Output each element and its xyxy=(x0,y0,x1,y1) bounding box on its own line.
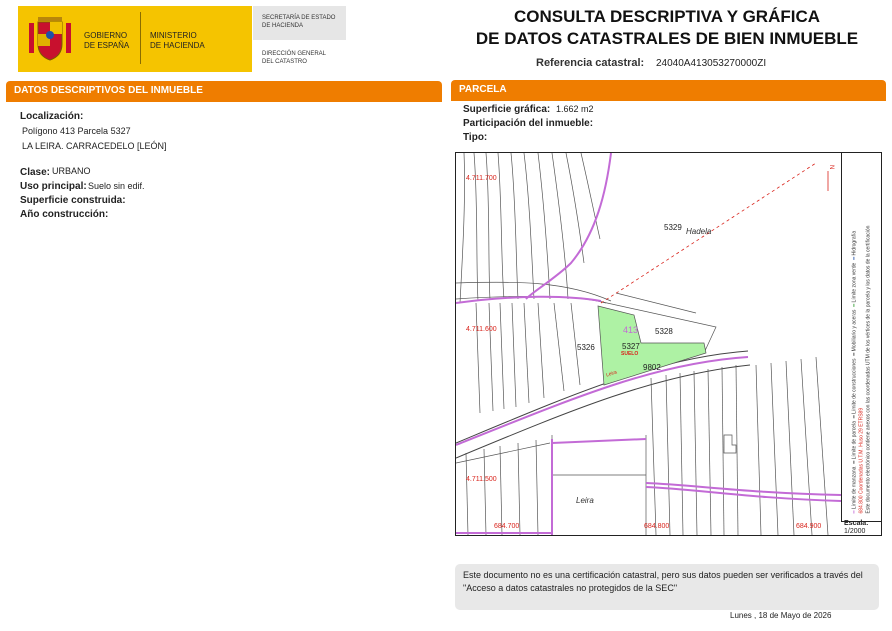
x-coord-label: 684.700 xyxy=(494,523,520,530)
document-date: Lunes , 18 de Mayo de 2026 xyxy=(730,611,832,620)
polygon-label: 413 xyxy=(623,325,639,335)
logo-divider xyxy=(140,12,141,64)
ref-label: Referencia catastral: xyxy=(536,57,645,69)
section-header-datos: DATOS DESCRIPTIVOS DEL INMUEBLE xyxy=(6,81,442,101)
scale-label: Escala: xyxy=(844,520,869,527)
x-coord-label: 684.900 xyxy=(796,523,822,530)
section-title-datos: DATOS DESCRIPTIVOS DEL INMUEBLE xyxy=(14,85,203,96)
coat-of-arms-icon xyxy=(29,17,71,61)
scale-value: 1/2000 xyxy=(844,528,866,535)
clase-value: URBANO xyxy=(52,166,91,176)
participacion-label: Participación del inmueble: xyxy=(463,118,594,129)
superficie-construida-label: Superficie construida: xyxy=(20,195,126,206)
north-arrow-icon: N xyxy=(827,165,834,191)
tipo-label: Tipo: xyxy=(463,132,488,143)
map-legend: ━ Límite de manzana ━ Límite de parcela … xyxy=(851,225,872,514)
superficie-grafica-value: 1.662 m2 xyxy=(556,104,594,114)
legend-item: Límite de manzana xyxy=(851,466,858,510)
legend-item: Límite zona verde xyxy=(851,262,858,303)
y-coord-label: 4.711.500 xyxy=(466,476,497,483)
localizacion-line2: LA LEIRA. CARRACEDELO [LEÓN] xyxy=(22,141,167,151)
y-coord-label: 4.711.600 xyxy=(466,326,497,333)
legend-item: Hidrografía xyxy=(851,230,858,256)
localizacion-label: Localización: xyxy=(20,111,84,122)
clase-label: Clase: xyxy=(20,167,51,178)
localizacion-line1: Polígono 413 Parcela 5327 xyxy=(22,126,131,136)
section-header-parcela: PARCELA xyxy=(451,80,886,100)
coord-note: 684.800 Coordenadas U.T.M. Huso 29 ETRS8… xyxy=(858,407,865,514)
suelo-label: SUELO xyxy=(621,351,639,357)
secretaria-text: SECRETARÍA DE ESTADO DE HACIENDA xyxy=(262,15,336,29)
cadastral-map: N 4.711.700 4.711.600 4.711.500 684.700 … xyxy=(455,152,882,536)
parcel-label: 9802 xyxy=(643,363,661,372)
ministerio-text: MINISTERIO DE HACIENDA xyxy=(150,31,205,50)
uso-label: Uso principal: xyxy=(20,181,87,192)
parcel-label-selected: 5327 xyxy=(622,342,640,351)
verification-note: Este documento no es una certificación c… xyxy=(455,564,879,610)
ref-value: 24040A413053270000ZI xyxy=(656,58,767,69)
parcel-label: 5326 xyxy=(577,343,595,352)
parcel-label: 5329 xyxy=(664,223,682,232)
anio-construccion-label: Año construcción: xyxy=(20,209,109,220)
direccion-text: DIRECCIÓN GENERAL DEL CATASTRO xyxy=(262,51,327,65)
place-label: Hadela xyxy=(686,227,712,236)
gobierno-text: GOBIERNO DE ESPAÑA xyxy=(84,31,130,50)
legend-item: Mobiliario y aceras xyxy=(851,309,858,352)
parcel-label: 5328 xyxy=(655,327,673,336)
page-title: CONSULTA DESCRIPTIVA Y GRÁFICA DE DATOS … xyxy=(475,7,859,48)
svg-text:N: N xyxy=(828,165,834,169)
y-coord-label: 4.711.700 xyxy=(466,175,497,182)
section-underline xyxy=(6,100,442,102)
legend-item: Límite de construcciones xyxy=(851,358,858,414)
section-title-parcela: PARCELA xyxy=(459,84,507,95)
uso-value: Suelo sin edif. xyxy=(88,181,145,191)
legend-item: Límite de parcela xyxy=(851,421,858,460)
cadastral-map-svg: N xyxy=(456,153,841,535)
side-note: Este documento electrónico contiene anex… xyxy=(865,225,872,514)
place-label: Leira xyxy=(576,496,594,505)
section-underline xyxy=(451,99,886,101)
x-coord-label: 684.800 xyxy=(644,523,670,530)
superficie-grafica-label: Superficie gráfica: xyxy=(463,104,551,115)
